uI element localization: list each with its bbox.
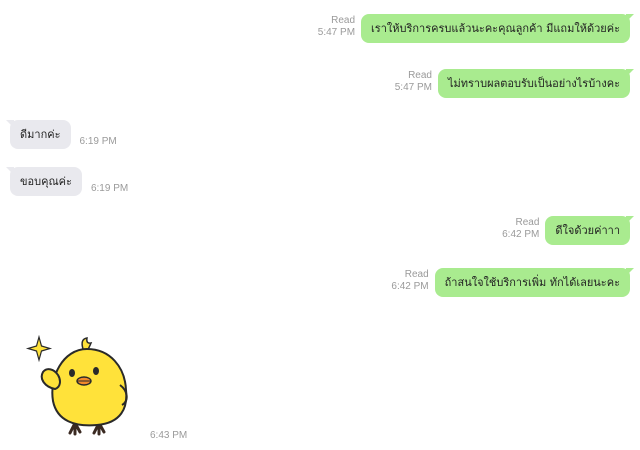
message-bubble[interactable]: ดีใจด้วยค่าาา [545, 216, 634, 245]
chat-window: Read 5:47 PM เราให้บริการครบแล้วนะคะคุณล… [0, 0, 640, 450]
message-row-outgoing: Read 5:47 PM เราให้บริการครบแล้วนะคะคุณล… [318, 14, 634, 43]
message-row-incoming: ขอบคุณค่ะ 6:19 PM [6, 167, 129, 196]
message-time: 6:42 PM [502, 229, 540, 240]
message-time: 6:43 PM [150, 430, 188, 441]
message-time: 6:19 PM [79, 136, 117, 147]
message-row-incoming-sticker: 6:43 PM [25, 335, 187, 441]
message-bubble[interactable]: เราให้บริการครบแล้วนะคะคุณลูกค้า มีแถมให… [361, 14, 634, 43]
read-receipt: Read [408, 70, 432, 81]
message-row-incoming: ดีมากค่ะ 6:19 PM [6, 120, 117, 149]
message-meta: Read 6:42 PM [391, 269, 428, 293]
message-time: 6:42 PM [391, 281, 429, 292]
message-meta: Read 6:42 PM [502, 217, 539, 241]
message-time: 5:47 PM [317, 27, 356, 38]
read-receipt: Read [404, 269, 429, 280]
message-bubble[interactable]: ขอบคุณค่ะ [6, 167, 82, 196]
message-meta: Read 5:47 PM [395, 70, 432, 94]
message-row-outgoing: Read 6:42 PM ดีใจด้วยค่าาา [502, 216, 634, 245]
yellow-chick-sticker-icon[interactable] [25, 335, 135, 441]
read-receipt: Read [331, 15, 356, 26]
message-time: 5:47 PM [394, 82, 432, 93]
message-bubble[interactable]: ดีมากค่ะ [6, 120, 71, 149]
message-time: 6:19 PM [90, 183, 129, 194]
message-row-outgoing: Read 5:47 PM ไม่ทราบผลตอบรับเป็นอย่างไรบ… [395, 69, 635, 98]
message-row-outgoing: Read 6:42 PM ถ้าสนใจใช้บริการเพิ่ม ทักได… [391, 268, 635, 297]
message-bubble[interactable]: ไม่ทราบผลตอบรับเป็นอย่างไรบ้างคะ [437, 69, 635, 98]
read-receipt: Read [515, 217, 540, 228]
message-bubble[interactable]: ถ้าสนใจใช้บริการเพิ่ม ทักได้เลยนะคะ [434, 268, 635, 297]
message-meta: Read 5:47 PM [318, 15, 355, 39]
